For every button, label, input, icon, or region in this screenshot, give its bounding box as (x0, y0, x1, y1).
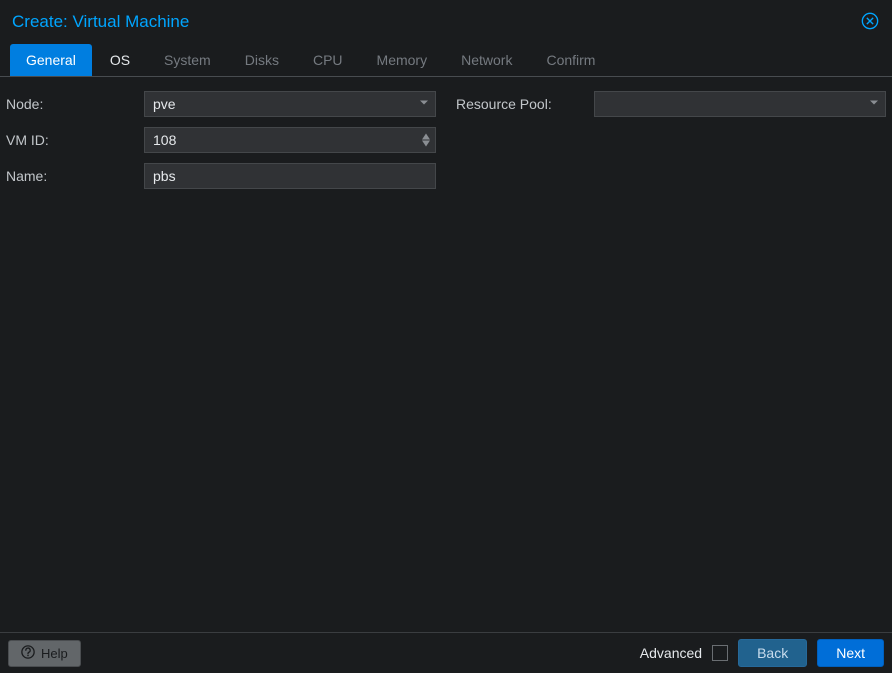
tab-network: Network (445, 44, 528, 76)
help-icon (21, 645, 35, 662)
next-button-label: Next (836, 645, 865, 661)
back-button[interactable]: Back (738, 639, 807, 667)
tab-memory: Memory (361, 44, 444, 76)
tab-cpu: CPU (297, 44, 359, 76)
node-label: Node: (6, 96, 136, 112)
tab-disks: Disks (229, 44, 295, 76)
wizard-tabs: GeneralOSSystemDisksCPUMemoryNetworkConf… (0, 40, 892, 77)
tab-system: System (148, 44, 227, 76)
name-label: Name: (6, 168, 136, 184)
vmid-label: VM ID: (6, 132, 136, 148)
tab-general[interactable]: General (10, 44, 92, 76)
tab-os[interactable]: OS (94, 44, 146, 76)
close-button[interactable] (860, 12, 880, 32)
resource-pool-label: Resource Pool: (456, 96, 586, 112)
close-icon (861, 12, 879, 33)
advanced-label: Advanced (640, 645, 702, 661)
back-button-label: Back (757, 645, 788, 661)
vmid-spinner[interactable] (144, 127, 436, 153)
name-input[interactable] (144, 163, 436, 189)
help-button-label: Help (41, 646, 68, 661)
help-button[interactable]: Help (8, 640, 81, 667)
resource-pool-select[interactable] (594, 91, 886, 117)
dialog-title: Create: Virtual Machine (12, 12, 189, 32)
next-button[interactable]: Next (817, 639, 884, 667)
form-panel: Node: VM ID: Name: (0, 77, 892, 632)
advanced-checkbox[interactable] (712, 645, 728, 661)
node-select[interactable] (144, 91, 436, 117)
footer-bar: Help Advanced Back Next (0, 632, 892, 673)
tab-confirm: Confirm (530, 44, 611, 76)
